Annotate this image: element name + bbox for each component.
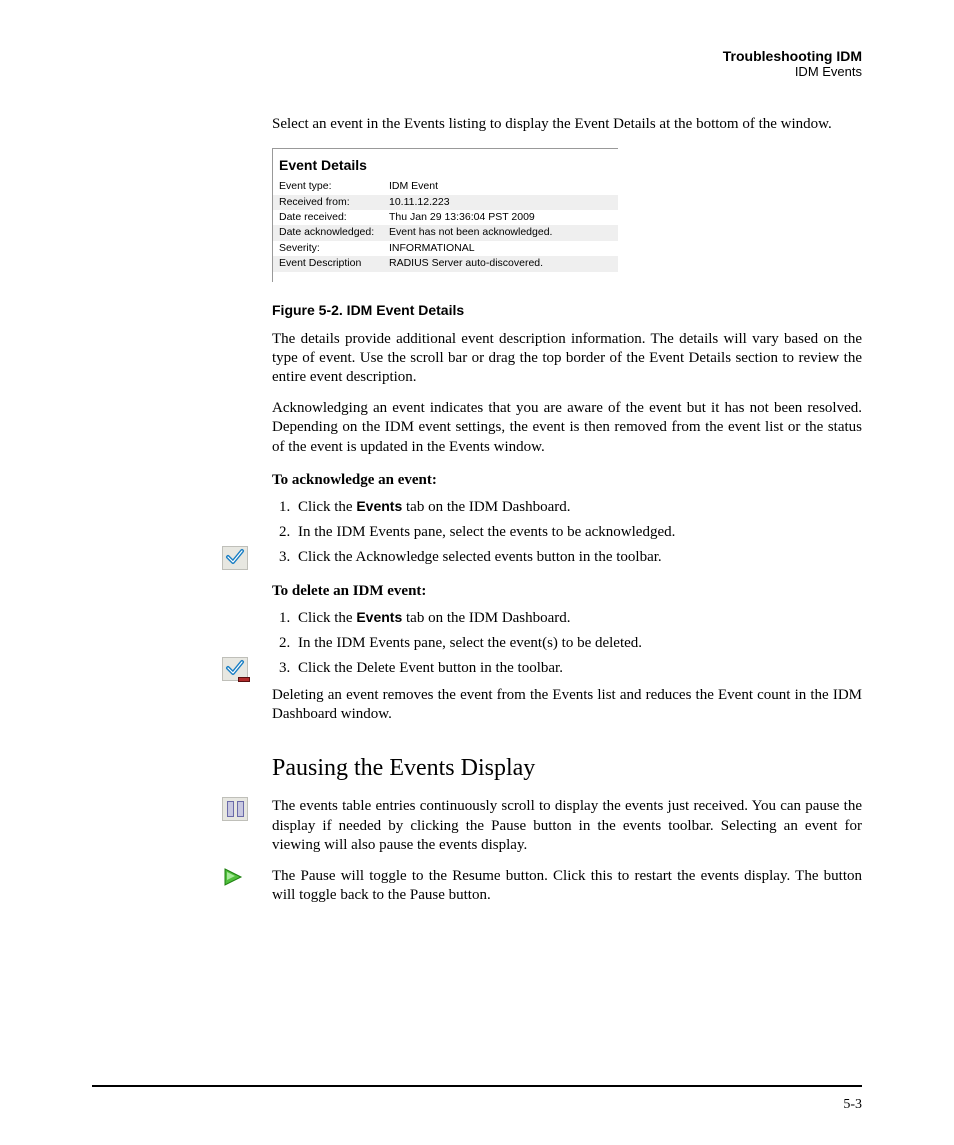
page-header: Troubleshooting IDM IDM Events xyxy=(92,48,862,79)
detail-row: Received from: 10.11.12.223 xyxy=(273,195,618,210)
delete-event-icon xyxy=(222,657,248,683)
detail-value: INFORMATIONAL xyxy=(389,242,475,255)
minus-badge-icon xyxy=(238,677,250,682)
detail-value: RADIUS Server auto-discovered. xyxy=(389,257,543,270)
detail-value: IDM Event xyxy=(389,180,438,193)
acknowledge-heading: To acknowledge an event: xyxy=(272,471,862,490)
resume-paragraph: The Pause will toggle to the Resume butt… xyxy=(272,867,862,905)
intro-paragraph: Select an event in the Events listing to… xyxy=(272,115,862,134)
detail-label: Date received: xyxy=(279,211,389,224)
detail-label: Event Description xyxy=(279,257,389,270)
page-footer: 5-3 xyxy=(92,1085,862,1113)
acknowledge-steps: Click the Events tab on the IDM Dashboar… xyxy=(272,498,862,568)
figure-caption: Figure 5-2. IDM Event Details xyxy=(272,302,862,320)
play-button-icon xyxy=(222,867,248,887)
detail-row: Date received: Thu Jan 29 13:36:04 PST 2… xyxy=(273,210,618,225)
list-item: Click the Events tab on the IDM Dashboar… xyxy=(294,498,862,517)
detail-label: Date acknowledged: xyxy=(279,226,389,239)
detail-value: Thu Jan 29 13:36:04 PST 2009 xyxy=(389,211,535,224)
checkmark-delete-icon xyxy=(222,657,248,681)
detail-value: Event has not been acknowledged. xyxy=(389,226,552,239)
event-details-panel: Event Details Event type: IDM Event Rece… xyxy=(272,148,618,282)
pause-button-icon xyxy=(222,797,248,821)
detail-value: 10.11.12.223 xyxy=(389,196,450,209)
pause-paragraph: The events table entries continuously sc… xyxy=(272,797,862,855)
checkmark-icon xyxy=(222,546,248,570)
detail-row: Event type: IDM Event xyxy=(273,179,618,194)
delete-steps: Click the Events tab on the IDM Dashboar… xyxy=(272,609,862,679)
events-tab-ref: Events xyxy=(356,609,402,625)
main-content: Select an event in the Events listing to… xyxy=(272,115,862,905)
list-item: Click the Events tab on the IDM Dashboar… xyxy=(294,609,862,628)
event-details-title: Event Details xyxy=(279,157,618,175)
acknowledge-icon xyxy=(222,546,248,572)
detail-label: Received from: xyxy=(279,196,389,209)
list-item: Click the Delete Event button in the too… xyxy=(294,659,862,678)
resume-icon xyxy=(222,867,248,893)
list-item: Click the Acknowledge selected events bu… xyxy=(294,548,862,567)
events-tab-ref: Events xyxy=(356,498,402,514)
details-paragraph: The details provide additional event des… xyxy=(272,330,862,388)
list-item: In the IDM Events pane, select the event… xyxy=(294,523,862,542)
pause-icon xyxy=(222,797,248,823)
delete-note: Deleting an event removes the event from… xyxy=(272,686,862,724)
detail-row: Date acknowledged: Event has not been ac… xyxy=(273,225,618,240)
page-number: 5-3 xyxy=(843,1097,862,1112)
detail-label: Event type: xyxy=(279,180,389,193)
page: Troubleshooting IDM IDM Events Select an… xyxy=(0,0,954,1085)
delete-heading: To delete an IDM event: xyxy=(272,582,862,601)
header-subtitle: IDM Events xyxy=(92,64,862,79)
detail-label: Severity: xyxy=(279,242,389,255)
detail-row: Event Description RADIUS Server auto-dis… xyxy=(273,256,618,271)
section-heading: Pausing the Events Display xyxy=(272,753,862,784)
acknowledge-paragraph: Acknowledging an event indicates that yo… xyxy=(272,399,862,457)
list-item: In the IDM Events pane, select the event… xyxy=(294,634,862,653)
detail-row: Severity: INFORMATIONAL xyxy=(273,241,618,256)
header-title: Troubleshooting IDM xyxy=(92,48,862,64)
